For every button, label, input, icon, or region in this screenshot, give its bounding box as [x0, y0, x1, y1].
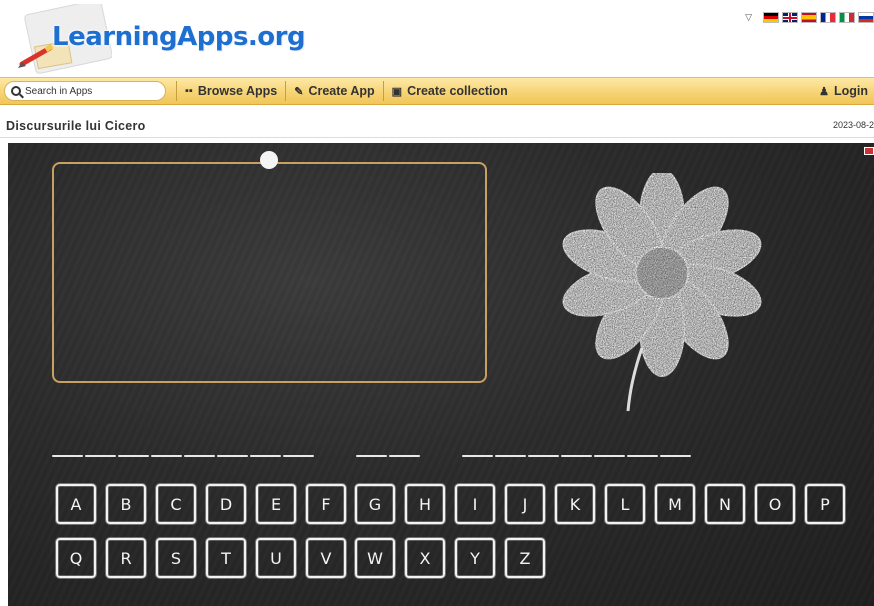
nav-divider — [176, 81, 177, 101]
letter-blank — [151, 455, 182, 457]
letter-blank — [250, 455, 281, 457]
letter-blank — [184, 455, 215, 457]
search-icon[interactable] — [11, 86, 21, 96]
login-label: Login — [833, 84, 868, 98]
letter-blank — [462, 455, 493, 457]
letter-blank — [528, 455, 559, 457]
spanish-flag-icon[interactable] — [801, 12, 817, 23]
key-n[interactable]: N — [705, 484, 745, 524]
letter-blank — [660, 455, 691, 457]
logo-text[interactable]: LearningApps.org — [52, 22, 306, 52]
nav-divider — [285, 81, 287, 101]
create-collection-label: Create collection — [407, 84, 508, 98]
key-r[interactable]: R — [106, 538, 146, 578]
german-flag-icon[interactable] — [763, 12, 779, 23]
letter-blank — [118, 455, 149, 457]
nav-divider — [382, 81, 384, 101]
site-header: LearningApps.org ▽ — [0, 0, 874, 76]
app-title-row: Discursurile lui Cicero 2023-08-2 — [0, 116, 874, 138]
italian-flag-icon[interactable] — [839, 12, 855, 23]
app-date: 2023-08-2 — [832, 120, 874, 130]
key-b[interactable]: B — [106, 484, 146, 524]
key-w[interactable]: W — [355, 538, 395, 578]
key-y[interactable]: Y — [455, 538, 495, 578]
key-x[interactable]: X — [405, 538, 445, 578]
key-l[interactable]: L — [605, 484, 645, 524]
chalkboard-game: ABCDEFGHIJKLMNOP QRSTUVWXYZ — [8, 143, 874, 606]
key-c[interactable]: C — [156, 484, 196, 524]
key-g[interactable]: G — [355, 484, 395, 524]
french-flag-icon[interactable] — [820, 12, 836, 23]
key-i[interactable]: I — [455, 484, 495, 524]
browse-apps-label: Browse Apps — [197, 84, 278, 98]
letter-blank — [561, 455, 592, 457]
letter-blank — [495, 455, 526, 457]
key-d[interactable]: D — [206, 484, 246, 524]
key-t[interactable]: T — [206, 538, 246, 578]
login-button[interactable]: ♟ Login — [819, 84, 868, 98]
letter-blank — [85, 455, 116, 457]
pencil-icon: ✎ — [294, 85, 304, 98]
key-j[interactable]: J — [505, 484, 545, 524]
chalk-flower-image — [562, 173, 762, 412]
key-h[interactable]: H — [405, 484, 445, 524]
key-q[interactable]: Q — [56, 538, 96, 578]
create-collection-button[interactable]: ▣ Create collection — [392, 84, 508, 98]
search-input[interactable] — [25, 85, 155, 97]
key-e[interactable]: E — [256, 484, 296, 524]
key-m[interactable]: M — [655, 484, 695, 524]
letter-blank — [627, 455, 658, 457]
letter-blank — [594, 455, 625, 457]
uk-flag-icon[interactable] — [782, 12, 798, 23]
dropdown-arrow-icon[interactable]: ▽ — [745, 12, 752, 23]
page-title: Discursurile lui Cicero — [6, 119, 146, 133]
create-app-label: Create App — [308, 84, 375, 98]
letter-blank — [389, 455, 420, 457]
user-icon: ♟ — [819, 85, 829, 98]
create-app-button[interactable]: ✎ Create App — [294, 84, 374, 98]
key-s[interactable]: S — [156, 538, 196, 578]
picture-frame — [52, 162, 487, 383]
key-f[interactable]: F — [306, 484, 346, 524]
russian-flag-icon[interactable] — [858, 12, 874, 23]
language-selector: ▽ — [745, 12, 874, 23]
letter-blank — [217, 455, 248, 457]
report-flag-icon[interactable] — [864, 147, 874, 155]
letter-blank — [283, 455, 314, 457]
key-p[interactable]: P — [805, 484, 845, 524]
browse-apps-button[interactable]: ▪▪ Browse Apps — [185, 84, 277, 98]
grid-icon: ▪▪ — [185, 85, 193, 97]
search-box — [4, 81, 166, 101]
key-z[interactable]: Z — [505, 538, 545, 578]
key-o[interactable]: O — [755, 484, 795, 524]
letter-blank — [52, 455, 83, 457]
key-a[interactable]: A — [56, 484, 96, 524]
letter-blank — [356, 455, 387, 457]
key-k[interactable]: K — [555, 484, 595, 524]
key-v[interactable]: V — [306, 538, 346, 578]
key-u[interactable]: U — [256, 538, 296, 578]
collection-icon: ▣ — [391, 85, 403, 98]
frame-knob[interactable] — [260, 151, 278, 169]
main-nav: ▪▪ Browse Apps ✎ Create App ▣ Create col… — [0, 77, 874, 105]
